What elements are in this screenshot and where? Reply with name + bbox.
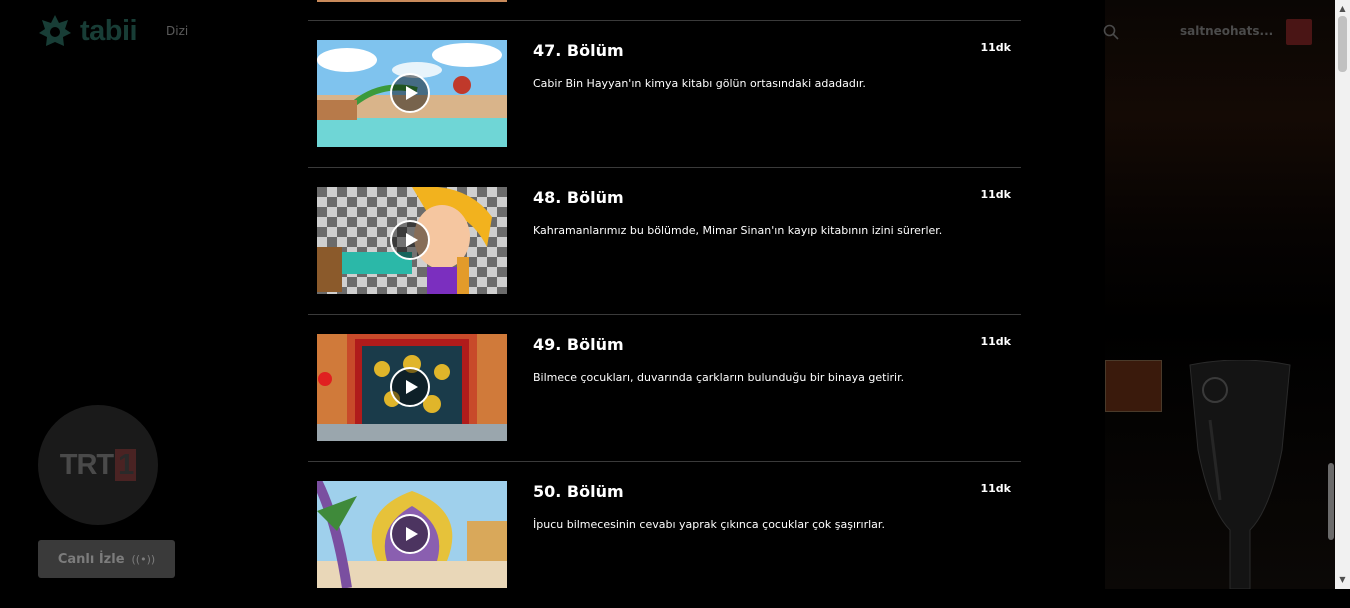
episode-duration: 11dk [980,188,1012,201]
inner-scrollbar-thumb[interactable] [1328,463,1334,540]
star-logo-icon [39,15,71,46]
episode-row[interactable]: 50. Bölüm 11dk İpucu bilmecesinin cevabı… [308,461,1021,608]
episode-description: Kahramanlarımız bu bölümde, Mimar Sinan'… [533,224,943,237]
nav-item-dizi[interactable]: Dizi [166,24,188,38]
scroll-down-arrow-icon[interactable]: ▼ [1335,575,1350,585]
live-watch-label: Canlı İzle [57,551,125,567]
episode-row[interactable]: 48. Bölüm 11dk Kahramanlarımız bu bölümd… [308,167,1021,314]
username[interactable]: saltneohats... [1180,24,1273,38]
play-icon[interactable] [390,73,430,113]
search-icon[interactable] [1103,24,1119,40]
episode-title[interactable]: 49. Bölüm [533,335,624,354]
episode-thumbnail[interactable] [317,481,507,588]
play-icon[interactable] [390,220,430,260]
episode-thumbnail[interactable] [317,334,507,441]
tabii-logo[interactable]: tabii [38,14,138,48]
window-scrollbar[interactable]: ▲ ▼ [1335,0,1350,589]
scroll-up-arrow-icon[interactable]: ▲ [1335,4,1350,14]
trophy-image [1189,360,1291,589]
channel-logo[interactable]: TRT 1 [38,405,158,525]
episode-duration: 11dk [980,335,1012,348]
scrollbar-thumb[interactable] [1338,16,1347,72]
previous-episode-thumbnail-edge [317,0,507,2]
episode-description: İpucu bilmecesinin cevabı yaprak çıkınca… [533,518,885,531]
avatar[interactable] [1286,19,1312,45]
channel-logo-number: 1 [115,448,137,481]
logo-text: tabii [80,14,138,47]
episode-title[interactable]: 48. Bölüm [533,188,624,207]
episode-title[interactable]: 47. Bölüm [533,41,624,60]
episode-title[interactable]: 50. Bölüm [533,482,624,501]
play-icon[interactable] [390,367,430,407]
episode-description: Bilmece çocukları, duvarında çarkların b… [533,371,905,384]
episode-description: Cabir Bin Hayyan'ın kimya kitabı gölün o… [533,77,866,90]
episode-row[interactable]: 49. Bölüm 11dk Bilmece çocukları, duvarı… [308,314,1021,461]
episode-thumbnail[interactable] [317,187,507,294]
episode-list: 47. Bölüm 11dk Cabir Bin Hayyan'ın kimya… [308,20,1021,608]
live-watch-button[interactable]: Canlı İzle ((•)) [38,540,175,578]
channel-logo-text: TRT [59,448,114,481]
play-icon[interactable] [390,514,430,554]
episode-thumbnail[interactable] [317,40,507,147]
episode-duration: 11dk [980,41,1012,54]
episode-row[interactable]: 47. Bölüm 11dk Cabir Bin Hayyan'ın kimya… [308,20,1021,167]
promo-tile [1105,360,1162,412]
episode-duration: 11dk [980,482,1012,495]
broadcast-icon: ((•)) [131,552,156,566]
